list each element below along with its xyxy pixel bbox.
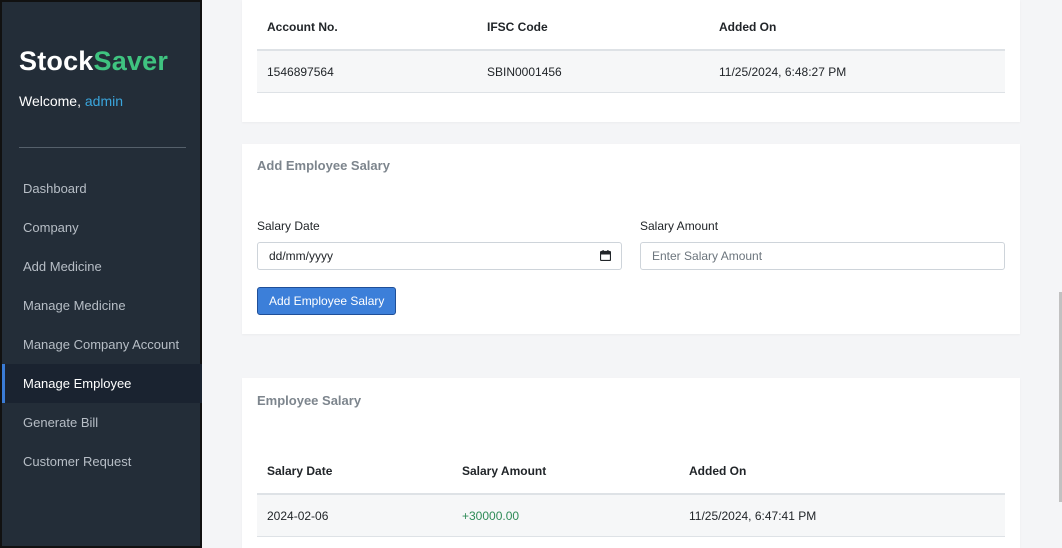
sidebar-item-generate-bill[interactable]: Generate Bill (2, 403, 202, 442)
main-content: Account No. IFSC Code Added On 154689756… (204, 0, 1062, 548)
sidebar: StockSaver Welcome, admin Dashboard Comp… (0, 0, 202, 548)
column-header-ifsc-code: IFSC Code (477, 5, 709, 51)
table-row: 1546897564 SBIN0001456 11/25/2024, 6:48:… (257, 50, 1005, 93)
username: admin (84, 93, 124, 109)
brand-name-part1: Stock (19, 46, 94, 76)
sidebar-nav: Dashboard Company Add Medicine Manage Me… (2, 169, 202, 481)
account-number: 1546897564 (257, 50, 477, 93)
calendar-icon[interactable] (600, 250, 611, 261)
salary-date: 2024-02-06 (257, 494, 452, 537)
brand-logo[interactable]: StockSaver (19, 46, 168, 77)
sidebar-divider (19, 147, 186, 148)
add-salary-card: Add Employee Salary Salary Date dd/mm/yy… (242, 144, 1020, 334)
column-header-added-on: Added On (679, 449, 1005, 495)
salary-date-value: dd/mm/yyyy (269, 249, 334, 263)
welcome-message: Welcome, admin (19, 93, 123, 109)
add-salary-title: Add Employee Salary (257, 158, 390, 173)
employee-salary-title: Employee Salary (257, 393, 362, 408)
sidebar-item-customer-request[interactable]: Customer Request (2, 442, 202, 481)
sidebar-item-manage-medicine[interactable]: Manage Medicine (2, 286, 202, 325)
salary-amount: +30000.00 (452, 494, 679, 537)
table-header-row: Account No. IFSC Code Added On (257, 5, 1005, 51)
column-header-salary-amount: Salary Amount (452, 449, 679, 495)
sidebar-item-add-medicine[interactable]: Add Medicine (2, 247, 202, 286)
table-header-row: Salary Date Salary Amount Added On (257, 449, 1005, 495)
column-header-added-on: Added On (709, 5, 1005, 51)
column-header-salary-date: Salary Date (257, 449, 452, 495)
salary-date-label: Salary Date (257, 219, 320, 233)
salary-amount-placeholder: Enter Salary Amount (652, 249, 763, 263)
add-employee-salary-button[interactable]: Add Employee Salary (257, 287, 397, 315)
welcome-prefix: Welcome, (19, 93, 81, 109)
brand-name-part2: Saver (93, 46, 169, 76)
bank-account-table: Account No. IFSC Code Added On 154689756… (257, 5, 1005, 93)
salary-date-input[interactable]: dd/mm/yyyy (257, 242, 622, 270)
column-header-account-no: Account No. (257, 5, 477, 51)
ifsc-code: SBIN0001456 (477, 50, 709, 93)
bank-account-card: Account No. IFSC Code Added On 154689756… (242, 0, 1020, 122)
table-row: 2024-02-06 +30000.00 11/25/2024, 6:47:41… (257, 494, 1005, 537)
employee-salary-card: Employee Salary Salary Date Salary Amoun… (242, 378, 1020, 548)
salary-amount-input[interactable]: Enter Salary Amount (640, 242, 1005, 270)
salary-amount-label: Salary Amount (640, 219, 719, 233)
added-on: 11/25/2024, 6:48:27 PM (709, 50, 1005, 93)
sidebar-item-manage-employee[interactable]: Manage Employee (2, 364, 202, 403)
added-on: 11/25/2024, 6:47:41 PM (679, 494, 1005, 537)
sidebar-item-manage-company-account[interactable]: Manage Company Account (2, 325, 202, 364)
employee-salary-table: Salary Date Salary Amount Added On 2024-… (257, 449, 1005, 537)
sidebar-item-dashboard[interactable]: Dashboard (2, 169, 202, 208)
sidebar-item-company[interactable]: Company (2, 208, 202, 247)
